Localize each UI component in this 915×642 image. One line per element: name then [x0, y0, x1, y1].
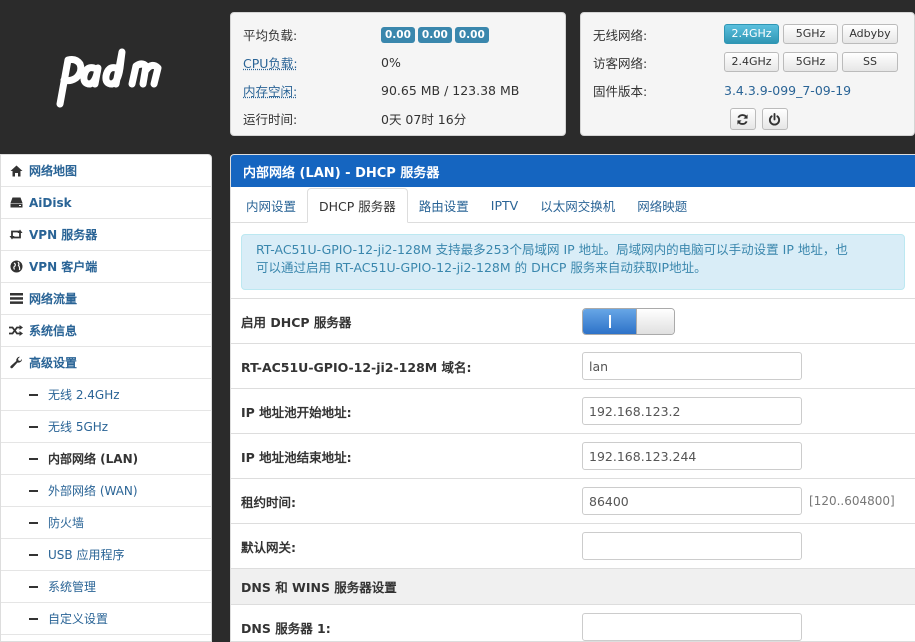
tab-dhcp-server[interactable]: DHCP 服务器 — [307, 188, 408, 223]
sidebar-sub-wireless-24[interactable]: 无线 2.4GHz — [1, 379, 211, 411]
refresh-icon — [737, 113, 748, 125]
sidebar-sub-usb-apps[interactable]: USB 应用程序 — [1, 539, 211, 571]
wifi-5ghz-button[interactable]: 5GHz — [783, 24, 838, 44]
wifi-24ghz-button[interactable]: 2.4GHz — [724, 24, 779, 44]
pool-start-label: IP 地址池开始地址: — [241, 404, 352, 420]
sidebar-sub-custom[interactable]: 自定义设置 — [1, 603, 211, 635]
pool-end-label: IP 地址池结束地址: — [241, 449, 352, 465]
pool-start-row: IP 地址池开始地址: — [231, 388, 915, 433]
page-title: 内部网络 (LAN) - DHCP 服务器 — [231, 155, 915, 187]
adbyby-button[interactable]: Adbyby — [842, 24, 898, 44]
retweet-icon — [9, 228, 23, 242]
sidebar-item-vpn-server[interactable]: VPN 服务器 — [1, 219, 211, 251]
tab-lan-settings[interactable]: 内网设置 — [235, 188, 307, 222]
wireless-status-panel: 无线网络: 2.4GHz 5GHz Adbyby 访客网络: 2.4GHz 5G… — [580, 12, 915, 136]
sidebar-item-vpn-client[interactable]: VPN 客户端 — [1, 251, 211, 283]
hdd-icon — [9, 196, 23, 210]
pool-end-input[interactable] — [582, 442, 802, 470]
info-alert: RT-AC51U-GPIO-12-ji2-128M 支持最多253个局域网 IP… — [241, 234, 905, 290]
pool-end-row: IP 地址池结束地址: — [231, 433, 915, 478]
power-button[interactable] — [761, 108, 788, 130]
dns1-input[interactable] — [582, 613, 802, 641]
home-icon — [9, 164, 23, 178]
sidebar-item-traffic[interactable]: 网络流量 — [1, 283, 211, 315]
load-badge-2: 0.00 — [417, 26, 452, 43]
system-status-panel: 平均负载: 0.00 0.00 0.00 CPU负载: 0% 内存空闲: 90.65… — [230, 12, 566, 136]
dhcp-enable-label: 启用 DHCP 服务器 — [241, 314, 352, 330]
domain-label: RT-AC51U-GPIO-12-ji2-128M 域名: — [241, 359, 472, 375]
list-icon — [9, 292, 23, 306]
dns1-row: DNS 服务器 1: — [231, 604, 915, 641]
memory-free-link[interactable]: 内存空闲: — [243, 81, 381, 100]
sidebar-nav: 网络地图 AiDisk VPN 服务器 VPN 客户端 网络流量 系统信息 高级… — [0, 154, 212, 642]
cpu-load-link[interactable]: CPU负载: — [243, 53, 381, 72]
firmware-label: 固件版本: — [593, 83, 648, 99]
uptime-label: 运行时间: — [243, 111, 298, 127]
uptime-value: 0天 07时 16分 — [381, 111, 467, 127]
main-content: 内部网络 (LAN) - DHCP 服务器 内网设置 DHCP 服务器 路由设置… — [230, 154, 915, 642]
lease-time-label: 租约时间: — [241, 494, 296, 510]
pool-start-input[interactable] — [582, 397, 802, 425]
lease-time-hint: [120..604800] — [809, 494, 895, 508]
cpu-load-value: 0% — [381, 54, 401, 70]
wifi-label: 无线网络: — [593, 27, 648, 43]
ss-button[interactable]: SS — [842, 52, 898, 72]
wrench-icon — [9, 356, 23, 370]
gateway-row: 默认网关: — [231, 523, 915, 568]
tab-route[interactable]: 路由设置 — [408, 188, 480, 222]
memory-free-value: 90.65 MB / 123.38 MB — [381, 82, 520, 98]
sidebar-item-aidisk[interactable]: AiDisk — [1, 187, 211, 219]
load-badge-3: 0.00 — [454, 26, 489, 43]
guest-24ghz-button[interactable]: 2.4GHz — [724, 52, 779, 72]
sidebar-sub-lan[interactable]: 内部网络 (LAN) — [1, 443, 211, 475]
sidebar-item-system-info[interactable]: 系统信息 — [1, 315, 211, 347]
tab-network-map[interactable]: 网络映题 — [626, 188, 698, 222]
tab-iptv[interactable]: IPTV — [480, 188, 529, 222]
dns-section-title: DNS 和 WINS 服务器设置 — [231, 568, 915, 604]
random-icon — [9, 324, 23, 338]
padavan-logo — [56, 48, 162, 108]
domain-input[interactable] — [582, 352, 802, 380]
sidebar-sub-firewall[interactable]: 防火墙 — [1, 507, 211, 539]
firmware-version-link[interactable]: 3.4.3.9-099_7-09-19 — [724, 83, 851, 98]
dns1-label: DNS 服务器 1: — [241, 620, 331, 636]
load-label: 平均负载: — [243, 27, 298, 43]
gateway-input[interactable] — [582, 532, 802, 560]
sidebar-item-advanced[interactable]: 高级设置 — [1, 347, 211, 379]
sidebar-sub-administration[interactable]: 系统管理 — [1, 571, 211, 603]
refresh-button[interactable] — [729, 108, 756, 130]
sidebar-sub-wireless-5[interactable]: 无线 5GHz — [1, 411, 211, 443]
globe-icon — [9, 260, 23, 274]
sidebar-item-network-map[interactable]: 网络地图 — [1, 155, 211, 187]
gateway-label: 默认网关: — [241, 539, 296, 555]
load-badge-1: 0.00 — [381, 26, 415, 43]
dhcp-enable-row: 启用 DHCP 服务器 — [231, 298, 915, 343]
dhcp-enable-toggle[interactable] — [582, 307, 675, 335]
tab-bar: 内网设置 DHCP 服务器 路由设置 IPTV 以太网交换机 网络映题 — [231, 187, 915, 223]
lease-time-row: 租约时间: [120..604800] — [231, 478, 915, 523]
lease-time-input[interactable] — [582, 487, 802, 515]
tab-switch[interactable]: 以太网交换机 — [529, 188, 626, 222]
sidebar-sub-wan[interactable]: 外部网络 (WAN) — [1, 475, 211, 507]
guest-label: 访客网络: — [593, 55, 648, 71]
power-icon — [768, 112, 781, 125]
domain-row: RT-AC51U-GPIO-12-ji2-128M 域名: — [231, 343, 915, 388]
guest-5ghz-button[interactable]: 5GHz — [783, 52, 838, 72]
